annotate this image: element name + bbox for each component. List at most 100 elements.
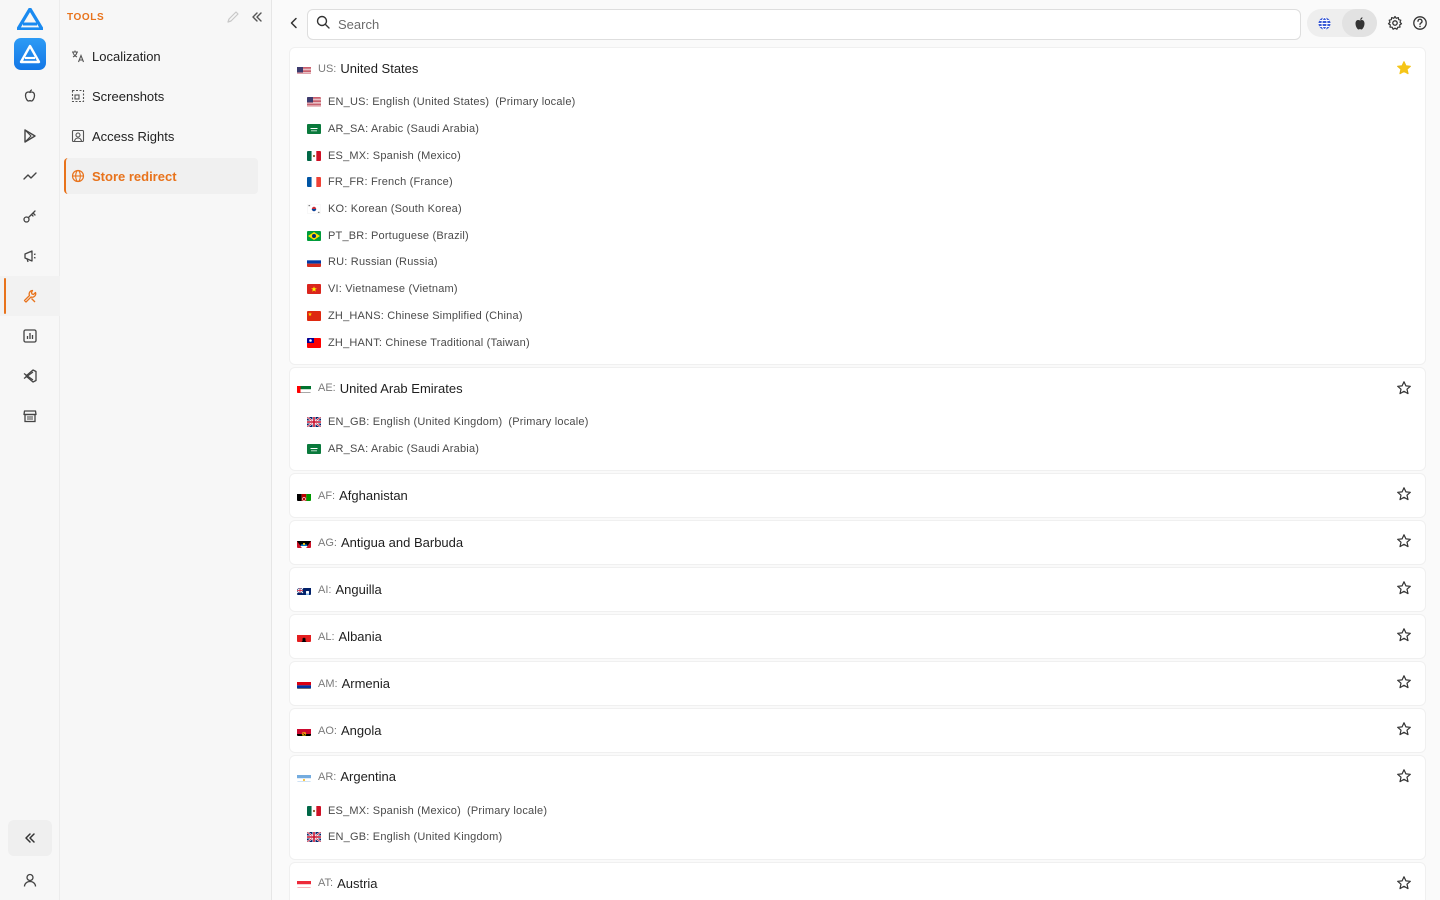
settings-gear-icon[interactable] xyxy=(1386,14,1404,32)
star-icon[interactable] xyxy=(1396,533,1412,549)
flag-ae-icon xyxy=(297,383,311,394)
locale-item[interactable]: ZH_HANS: Chinese Simplified (China) xyxy=(307,303,1425,330)
country-row[interactable]: AM: Armenia xyxy=(290,662,1425,705)
country-list: US: United States EN_US: English (United S… xyxy=(289,47,1426,900)
reports-icon[interactable] xyxy=(0,316,60,356)
star-icon[interactable] xyxy=(1396,875,1412,891)
help-circle-icon[interactable] xyxy=(1411,14,1429,32)
country-name: Anguilla xyxy=(335,582,382,598)
flag-al-icon xyxy=(297,632,311,642)
locale-label: VI: Vietnamese (Vietnam) xyxy=(328,283,458,296)
country-row[interactable]: AR: Argentina xyxy=(290,756,1425,797)
locale-item[interactable]: FR_FR: French (France) xyxy=(307,169,1425,196)
locale-label: RU: Russian (Russia) xyxy=(328,256,438,269)
flag-sa-icon xyxy=(307,443,321,454)
country-code: AO: xyxy=(318,724,337,737)
play-store-icon[interactable] xyxy=(0,116,60,156)
user-icon[interactable] xyxy=(0,862,60,898)
search-input[interactable] xyxy=(338,17,1238,32)
locale-item[interactable]: EN_GB: English (United Kingdom) xyxy=(307,824,1425,851)
country-code: AI: xyxy=(318,583,332,596)
country-card: AO: Angola xyxy=(289,708,1426,754)
locale-item[interactable]: PT_BR: Portuguese (Brazil) xyxy=(307,222,1425,249)
star-icon[interactable] xyxy=(1396,486,1412,502)
screenshot-icon xyxy=(71,89,85,103)
locale-item[interactable]: EN_US: English (United States) (Primary l… xyxy=(307,89,1425,116)
analytics-icon[interactable] xyxy=(0,156,60,196)
tool-item-store-redirect[interactable]: Store redirect xyxy=(64,158,258,194)
tools-header: TOOLS xyxy=(67,12,105,23)
locale-item[interactable]: ES_MX: Spanish (Mexico) (Primary locale) xyxy=(307,797,1425,824)
locale-item[interactable]: KO: Korean (South Korea) xyxy=(307,196,1425,223)
star-icon[interactable] xyxy=(1396,627,1412,643)
country-name: Antigua and Barbuda xyxy=(340,535,464,551)
country-card: AM: Armenia xyxy=(289,661,1426,707)
tool-item-access-rights[interactable]: Access Rights xyxy=(64,118,258,154)
locale-list: ES_MX: Spanish (Mexico) (Primary locale) E… xyxy=(290,797,1425,858)
collapse-rail-button[interactable] xyxy=(8,820,52,856)
star-icon[interactable] xyxy=(1396,721,1412,737)
country-row[interactable]: AL: Albania xyxy=(290,615,1425,658)
locale-item[interactable]: ES_MX: Spanish (Mexico) xyxy=(307,142,1425,169)
key-icon[interactable] xyxy=(0,196,60,236)
country-code: AF: xyxy=(318,489,336,502)
star-icon[interactable] xyxy=(1396,580,1412,596)
brand-logo-icon[interactable] xyxy=(16,7,44,31)
locale-label: ES_MX: Spanish (Mexico) xyxy=(328,804,461,817)
ios-platform-apple-icon[interactable] xyxy=(1342,9,1377,37)
country-code: AT: xyxy=(318,877,334,890)
megaphone-icon[interactable] xyxy=(0,236,60,276)
country-name: Armenia xyxy=(341,676,390,692)
platform-toggle xyxy=(1307,9,1377,37)
edit-icon[interactable] xyxy=(226,10,240,29)
country-card: AG: Antigua and Barbuda xyxy=(289,520,1426,566)
star-icon[interactable] xyxy=(1396,768,1412,784)
country-card: AT:AustriaDE_DE: German (Germany)(Primar… xyxy=(289,861,1426,900)
main-content: US:United StatesEN_US: English (United S… xyxy=(273,0,1440,900)
tools-icon[interactable] xyxy=(0,276,60,316)
locale-item[interactable]: AR_SA: Arabic (Saudi Arabia) xyxy=(307,116,1425,143)
back-chevron-icon[interactable] xyxy=(286,14,302,32)
flag-ag-icon xyxy=(297,538,311,548)
locale-item[interactable]: AR_SA: Arabic (Saudi Arabia) xyxy=(307,436,1425,463)
locale-item[interactable]: ZH_HANT: Chinese Traditional (Taiwan) xyxy=(307,329,1425,356)
locale-item[interactable]: RU: Russian (Russia) xyxy=(307,249,1425,276)
country-row[interactable]: AG: Antigua and Barbuda xyxy=(290,521,1425,564)
star-icon[interactable] xyxy=(1396,380,1412,396)
primary-locale-label: (Primary locale) xyxy=(495,96,576,109)
country-row[interactable]: AO: Angola xyxy=(290,709,1425,752)
flag-af-icon xyxy=(297,491,311,501)
locale-label: AR_SA: Arabic (Saudi Arabia) xyxy=(328,123,480,136)
flag-fr-icon xyxy=(307,177,321,188)
country-row[interactable]: AI: Anguilla xyxy=(290,568,1425,611)
apple-icon[interactable] xyxy=(0,76,60,116)
locale-label: FR_FR: French (France) xyxy=(328,176,453,189)
tool-item-localization[interactable]: Localization xyxy=(64,38,258,74)
flag-am-icon xyxy=(297,679,311,689)
flag-at-icon xyxy=(297,878,311,889)
country-code: AE: xyxy=(318,382,336,395)
country-name: Albania xyxy=(338,629,382,645)
country-name: Argentina xyxy=(340,769,396,785)
star-icon[interactable] xyxy=(1396,674,1412,690)
country-row[interactable]: AE: United Arab Emirates xyxy=(290,368,1425,409)
app-icon[interactable] xyxy=(14,38,46,70)
store-icon[interactable] xyxy=(0,396,60,436)
flag-mx-icon xyxy=(307,805,321,816)
locale-item[interactable]: VI: Vietnamese (Vietnam) xyxy=(307,276,1425,303)
vscode-icon[interactable] xyxy=(0,356,60,396)
country-row[interactable]: AF: Afghanistan xyxy=(290,474,1425,517)
flag-sa-icon xyxy=(307,124,321,135)
country-row[interactable]: AT: Austria xyxy=(290,863,1425,900)
flag-us-icon xyxy=(307,97,321,108)
locale-item[interactable]: EN_GB: English (United Kingdom) (Primary … xyxy=(307,409,1425,436)
locale-label: EN_GB: English (United Kingdom) xyxy=(328,831,503,844)
star-filled-icon[interactable] xyxy=(1396,60,1412,76)
web-platform-globe-icon[interactable] xyxy=(1307,9,1342,37)
icon-rail xyxy=(0,0,60,900)
locale-list: EN_GB: English (United Kingdom) (Primary … xyxy=(290,409,1425,470)
collapse-tools-icon[interactable] xyxy=(250,10,264,29)
tool-item-screenshots[interactable]: Screenshots xyxy=(64,78,258,114)
country-code: AM: xyxy=(318,677,338,690)
country-row[interactable]: US: United States xyxy=(290,48,1425,89)
